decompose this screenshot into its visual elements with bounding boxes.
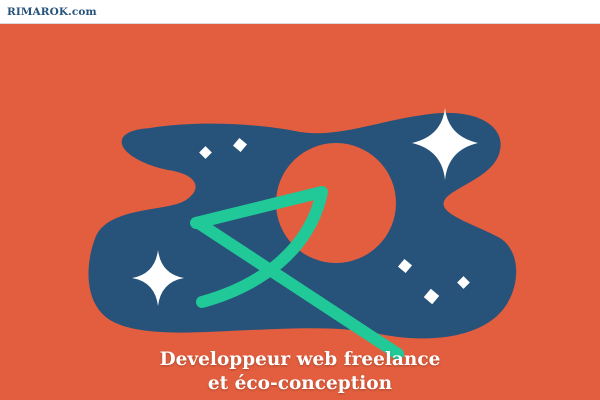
hero-illustration — [88, 108, 517, 360]
top-bar: RIMAROK.com — [0, 0, 600, 24]
hero-tagline: Developpeur web freelance et éco-concept… — [0, 348, 600, 396]
tagline-line-2: et éco-conception — [207, 373, 393, 394]
site-logo[interactable]: RIMAROK.com — [7, 5, 97, 19]
hero-section: Developpeur web freelance et éco-concept… — [0, 24, 600, 400]
tagline-line-1: Developpeur web freelance — [159, 349, 441, 370]
